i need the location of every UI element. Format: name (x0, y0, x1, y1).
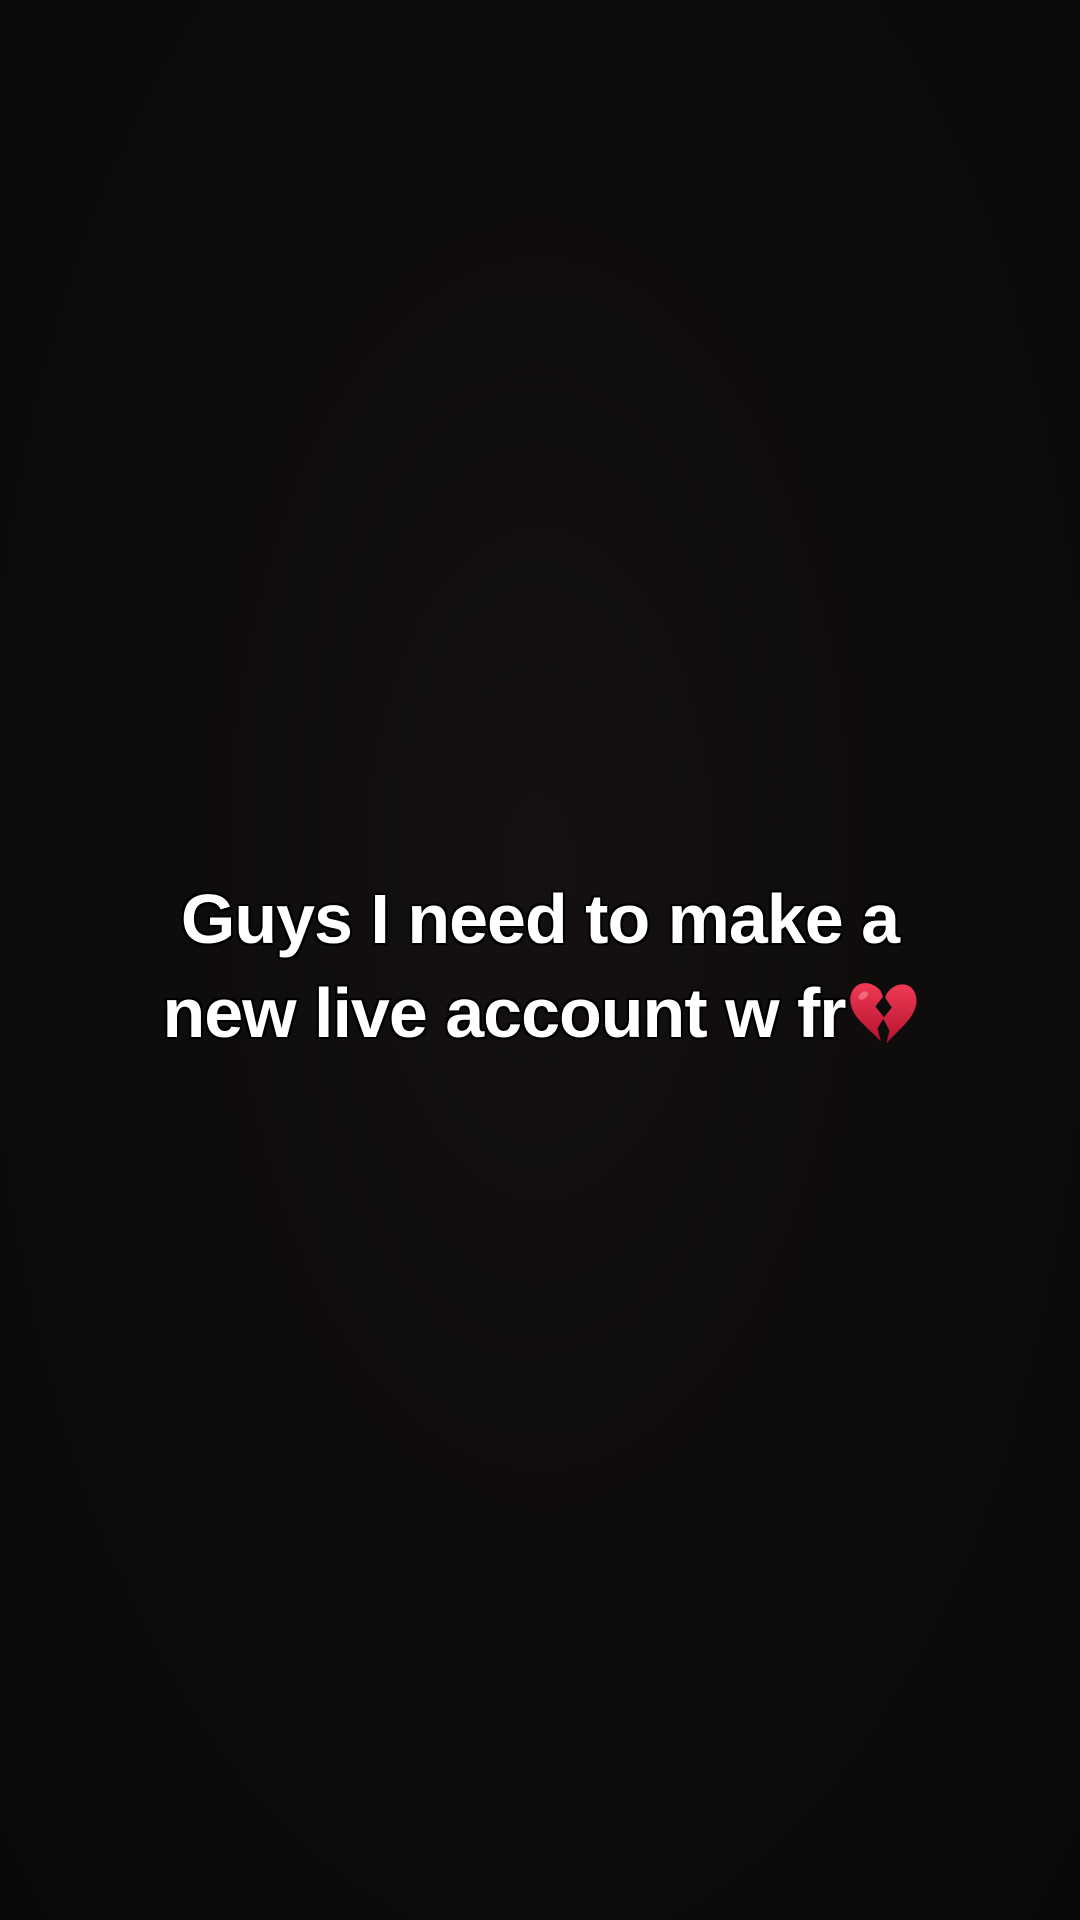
caption-line-1: Guys I need to make a (180, 880, 900, 958)
broken-heart-icon (849, 983, 917, 1044)
video-frame: Guys I need to make a new live account w… (0, 0, 1080, 1920)
caption-line-2-wrapper: new live account w fr (0, 966, 1080, 1060)
caption-line-2: new live account w fr (162, 974, 846, 1052)
caption-text: Guys I need to make a new live account w… (0, 872, 1080, 1060)
